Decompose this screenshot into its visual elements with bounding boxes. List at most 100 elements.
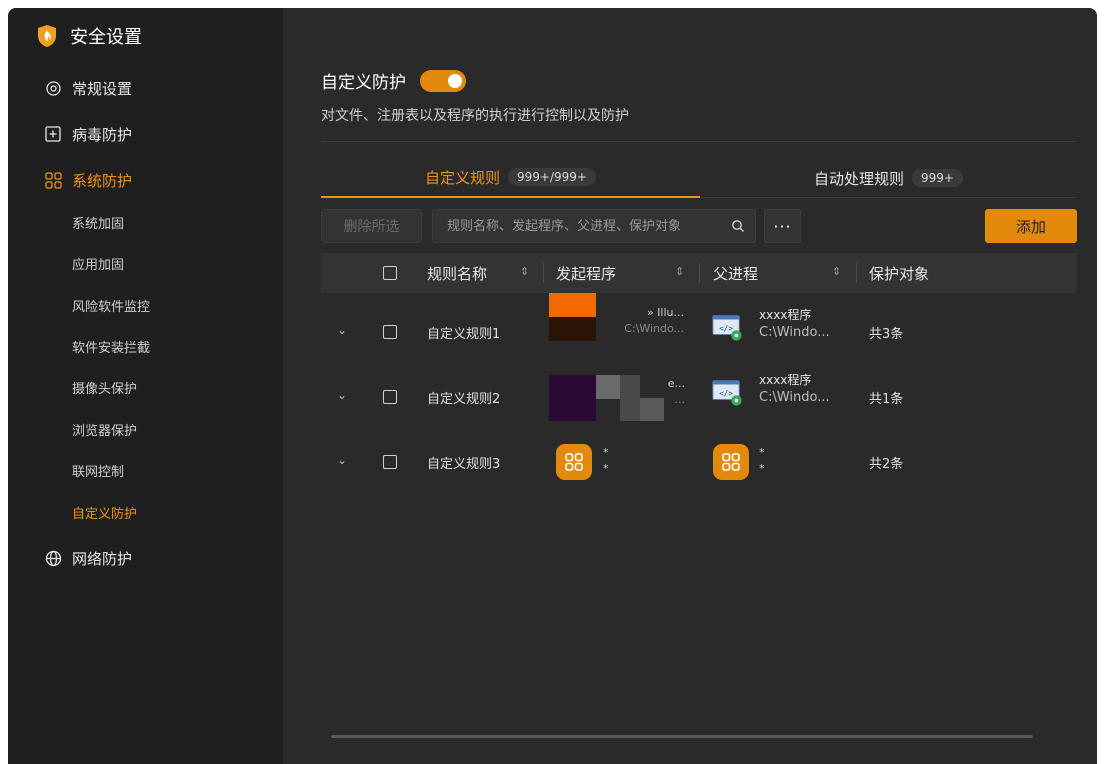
shield-logo-icon	[36, 24, 58, 48]
redacted-icon	[549, 293, 596, 317]
header-rule-name[interactable]: 规则名称	[427, 253, 487, 293]
program-window-icon: </>	[711, 311, 743, 343]
sidebar-subitem-harden[interactable]: 系统加固	[72, 215, 124, 235]
custom-protection-toggle[interactable]	[420, 69, 466, 92]
row-checkbox-cell	[383, 455, 397, 469]
delete-selected-button[interactable]: 删除所选	[321, 209, 422, 243]
row-checkbox-cell	[383, 325, 397, 339]
rules-table: 规则名称 ⇕ 发起程序 ⇕ 父进程 ⇕ 保护对象 ⌄ 自定义规则1 » Illu…	[321, 253, 1077, 496]
grid-icon	[44, 171, 62, 189]
sort-icon[interactable]: ⇕	[520, 266, 529, 277]
expand-chevron-icon[interactable]: ⌄	[337, 323, 347, 337]
parent-name: xxxx程序	[759, 373, 812, 387]
sidebar-item-network[interactable]: 网络防护	[44, 546, 132, 570]
tab-count-badge: 999+	[912, 169, 963, 187]
sidebar-subitem-network-control[interactable]: 联网控制	[72, 463, 124, 483]
header-protect-target[interactable]: 保护对象	[869, 253, 929, 293]
sidebar-subitem-camera[interactable]: 摄像头保护	[72, 380, 137, 400]
app-grid-icon	[556, 444, 592, 480]
sidebar-item-label: 病毒防护	[72, 125, 133, 144]
protect-count: 共3条	[869, 327, 904, 342]
expand-chevron-icon[interactable]: ⌄	[337, 388, 347, 402]
initiator-path: ...	[674, 393, 686, 406]
table-row[interactable]: ⌄ 自定义规则2 e... ... </> xxxx程序 C:\Windo...…	[321, 366, 1077, 431]
globe-icon	[44, 549, 62, 567]
header-parent-process[interactable]: 父进程	[713, 253, 758, 293]
protect-count: 共1条	[869, 392, 904, 407]
sidebar-subitem-app-harden[interactable]: 应用加固	[72, 256, 124, 276]
app-brand: 安全设置	[36, 22, 142, 50]
sidebar-item-virus[interactable]: 病毒防护	[44, 122, 132, 146]
tab-label: 自定义规则	[425, 168, 501, 187]
row-checkbox[interactable]	[383, 455, 397, 469]
table-row[interactable]: ⌄ 自定义规则3 * * * * 共2条	[321, 431, 1077, 496]
initiator-info: » Illu... C:\Windo...	[606, 305, 684, 337]
row-checkbox[interactable]	[383, 325, 397, 339]
sidebar-subitem-custom[interactable]: 自定义防护	[72, 505, 137, 525]
sort-icon[interactable]: ⇕	[675, 266, 684, 277]
tab-custom-rules[interactable]: 自定义规则 999+/999+	[321, 158, 700, 198]
table-row[interactable]: ⌄ 自定义规则1 » Illu... C:\Windo... </> xxxx程…	[321, 293, 1077, 366]
search-icon[interactable]	[731, 219, 745, 233]
sidebar-item-label: 系统防护	[72, 171, 133, 190]
parent-name: *	[759, 446, 765, 459]
toolbar: 删除所选 ··· 添加	[321, 209, 1077, 243]
sidebar-item-label: 网络防护	[72, 549, 133, 568]
initiator-path: C:\Windo...	[624, 322, 684, 335]
sidebar-subitem-risk-monitor[interactable]: 风险软件监控	[72, 298, 150, 318]
sidebar-subitem-browser[interactable]: 浏览器保护	[72, 422, 137, 442]
redacted-block	[620, 375, 640, 421]
parent-name: xxxx程序	[759, 308, 812, 322]
row-checkbox[interactable]	[383, 390, 397, 404]
svg-text:</>: </>	[719, 389, 733, 398]
redacted-block	[596, 375, 620, 399]
settings-window: 安全设置 常规设置 病毒防护 系统防护 系统加固 应用加固 风险软件监控 软件安…	[8, 8, 1097, 764]
toggle-knob	[448, 73, 462, 88]
sidebar-subitem-install-block[interactable]: 软件安装拦截	[72, 339, 150, 359]
sidebar-item-general[interactable]: 常规设置	[44, 76, 132, 100]
search-input[interactable]	[447, 218, 731, 234]
select-all-checkbox[interactable]	[383, 266, 397, 280]
redacted-icon	[549, 375, 596, 421]
gear-icon	[44, 79, 62, 97]
rule-name: 自定义规则3	[427, 457, 501, 472]
app-grid-icon	[713, 444, 749, 480]
sort-icon[interactable]: ⇕	[832, 266, 841, 277]
add-button[interactable]: 添加	[985, 209, 1077, 243]
horizontal-scrollbar[interactable]	[331, 735, 1033, 738]
sidebar-item-system[interactable]: 系统防护	[44, 168, 132, 192]
header-initiator[interactable]: 发起程序	[556, 253, 616, 293]
rule-tabs: 自定义规则 999+/999+ 自动处理规则 999+	[321, 158, 1077, 198]
rule-name: 自定义规则1	[427, 327, 501, 342]
parent-info: xxxx程序 C:\Windo...	[759, 307, 830, 342]
title-row: 自定义防护	[321, 68, 466, 93]
page-subtitle: 对文件、注册表以及程序的执行进行控制以及防护	[321, 108, 629, 124]
svg-text:</>: </>	[719, 324, 733, 333]
initiator-name: *	[603, 446, 609, 459]
tab-count-badge: 999+/999+	[508, 168, 596, 186]
initiator-info: * *	[603, 445, 609, 477]
parent-path: C:\Windo...	[759, 390, 830, 405]
parent-info: xxxx程序 C:\Windo...	[759, 372, 830, 407]
protect-count: 共2条	[869, 457, 904, 472]
rule-name: 自定义规则2	[427, 392, 501, 407]
plus-square-icon	[44, 125, 62, 143]
more-options-button[interactable]: ···	[764, 209, 801, 243]
tab-label: 自动处理规则	[814, 169, 905, 188]
expand-chevron-icon[interactable]: ⌄	[337, 453, 347, 467]
header-checkbox-cell	[383, 253, 397, 293]
redacted-icon	[549, 317, 596, 341]
column-separator	[856, 263, 857, 283]
sidebar: 安全设置 常规设置 病毒防护 系统防护 系统加固 应用加固 风险软件监控 软件安…	[8, 8, 283, 764]
row-checkbox-cell	[383, 390, 397, 404]
page-title: 自定义防护	[321, 73, 406, 93]
tab-auto-rules[interactable]: 自动处理规则 999+	[700, 158, 1077, 198]
app-title: 安全设置	[70, 27, 142, 48]
parent-info: * *	[759, 445, 765, 477]
initiator-name: » Illu...	[646, 306, 684, 319]
search-box	[432, 209, 756, 243]
parent-path: C:\Windo...	[759, 325, 830, 340]
column-separator	[543, 263, 544, 283]
initiator-path: *	[603, 462, 609, 475]
divider	[321, 141, 1077, 142]
